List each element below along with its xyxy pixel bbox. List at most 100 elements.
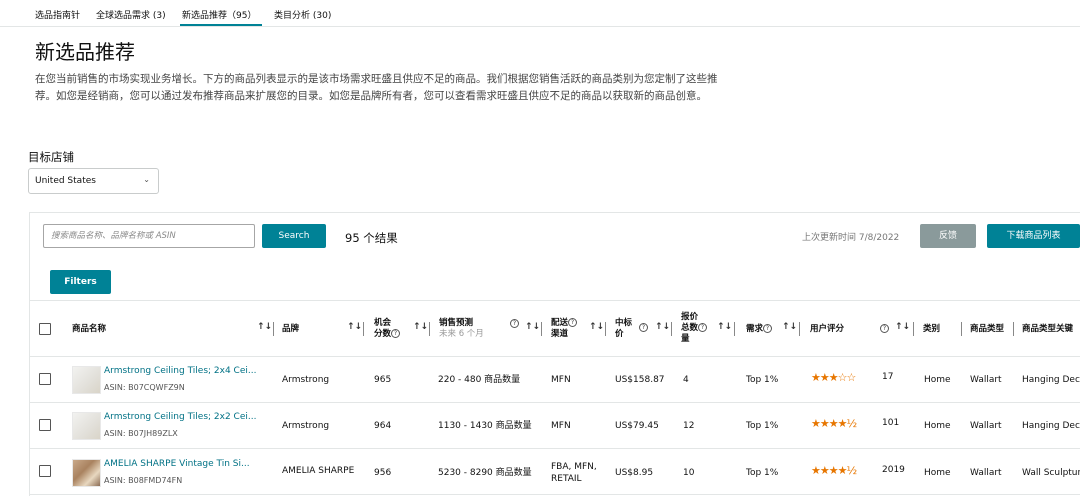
sort-icon[interactable]: ↑↓ xyxy=(589,322,604,332)
header-forecast-sub: 未来 6 个月 xyxy=(439,329,484,339)
column-divider xyxy=(799,322,800,336)
brand-cell: AMELIA SHARPE xyxy=(282,466,355,476)
active-tab-indicator xyxy=(180,24,262,26)
category-cell: Home xyxy=(924,375,951,385)
help-icon[interactable]: ? xyxy=(698,323,708,332)
help-icon[interactable]: ? xyxy=(391,329,401,338)
product-thumbnail[interactable] xyxy=(72,412,101,440)
score-cell: 965 xyxy=(374,375,392,385)
row-checkbox[interactable] xyxy=(39,373,51,385)
product-name-link[interactable]: Armstrong Ceiling Tiles; 2x4 Cei... xyxy=(104,366,256,376)
header-price-line2: 价 xyxy=(615,329,624,339)
header-product-type[interactable]: 商品类型 xyxy=(970,324,1004,335)
header-total-offers[interactable]: 报价 总数? 量 xyxy=(681,312,708,345)
star-rating: ★★★★½ xyxy=(811,417,857,430)
product-name-link[interactable]: Armstrong Ceiling Tiles; 2x2 Cei... xyxy=(104,412,256,422)
row-checkbox[interactable] xyxy=(39,465,51,477)
product-type-cell: Wallart xyxy=(970,468,1002,478)
category-cell: Home xyxy=(924,421,951,431)
header-offers-line2: 总数 xyxy=(681,323,699,333)
rating-count[interactable]: 17 xyxy=(882,372,893,382)
header-category[interactable]: 类别 xyxy=(923,324,940,335)
feedback-button[interactable]: 反馈 xyxy=(920,224,976,248)
brand-cell: Armstrong xyxy=(282,421,330,431)
sort-icon[interactable]: ↑↓ xyxy=(525,322,540,332)
sort-icon[interactable]: ↑↓ xyxy=(257,322,272,332)
product-asin: ASIN: B08FMD74FN xyxy=(104,476,183,485)
score-cell: 964 xyxy=(374,421,392,431)
header-brand[interactable]: 品牌 xyxy=(282,324,299,335)
help-icon[interactable]: ? xyxy=(880,324,889,333)
forecast-cell: 220 - 480 商品数量 xyxy=(438,375,521,385)
keyword-cell: Hanging Deco xyxy=(1022,375,1080,385)
table-row: Armstrong Ceiling Tiles; 2x4 Cei... ASIN… xyxy=(29,357,1080,403)
header-opportunity-line1: 机会 xyxy=(374,318,392,328)
column-divider xyxy=(1013,322,1014,336)
header-product-name[interactable]: 商品名称 xyxy=(72,324,106,335)
keyword-cell: Wall Sculptur xyxy=(1022,468,1080,478)
header-opportunity-score[interactable]: 机会 分数? xyxy=(374,318,401,340)
channel-cell: MFN xyxy=(551,375,571,385)
product-thumbnail[interactable] xyxy=(72,366,101,394)
header-sales-forecast[interactable]: 销售预测 未来 6 个月 xyxy=(439,318,484,340)
tab-guide[interactable]: 选品指南针 xyxy=(35,8,80,21)
column-divider xyxy=(734,322,735,336)
score-cell: 956 xyxy=(374,468,392,478)
help-icon[interactable]: ? xyxy=(568,318,578,327)
tab-category-analysis[interactable]: 类目分析 (30) xyxy=(274,8,331,21)
store-label: 目标店铺 xyxy=(28,150,74,164)
star-rating: ★★★★½ xyxy=(811,464,857,477)
brand-cell: Armstrong xyxy=(282,375,330,385)
header-demand-label: 需求 xyxy=(746,324,764,334)
header-demand[interactable]: 需求? xyxy=(746,324,773,335)
header-fulfillment-channel[interactable]: 配送? 渠道 xyxy=(551,318,578,340)
header-offers-line3: 量 xyxy=(681,334,690,344)
column-divider xyxy=(605,322,606,336)
top-tabs: 选品指南针 全球选品需求 (3) 新选品推荐（95） 类目分析 (30) xyxy=(0,0,1080,27)
product-type-cell: Wallart xyxy=(970,375,1002,385)
column-divider xyxy=(961,322,962,336)
rating-count[interactable]: 2019 xyxy=(882,465,905,475)
table-row: AMELIA SHARPE Vintage Tin Si... ASIN: B0… xyxy=(29,449,1080,495)
header-winning-price[interactable]: 中标 价 xyxy=(615,318,632,340)
product-asin: ASIN: B07JH89ZLX xyxy=(104,429,178,438)
filters-button[interactable]: Filters xyxy=(50,270,111,294)
sort-icon[interactable]: ↑↓ xyxy=(655,322,670,332)
tab-global-demand[interactable]: 全球选品需求 (3) xyxy=(96,8,166,21)
sort-icon[interactable]: ↑↓ xyxy=(717,322,732,332)
price-cell: US$8.95 xyxy=(615,468,654,478)
demand-cell: Top 1% xyxy=(746,375,779,385)
sort-icon[interactable]: ↑↓ xyxy=(413,322,428,332)
channel-cell: FBA, MFN, RETAIL xyxy=(551,461,597,485)
download-list-button[interactable]: 下载商品列表 xyxy=(987,224,1080,248)
header-forecast-label: 销售预测 xyxy=(439,318,474,328)
forecast-cell: 5230 - 8290 商品数量 xyxy=(438,468,532,478)
search-button[interactable]: Search xyxy=(262,224,326,248)
chevron-down-icon: ⌄ xyxy=(143,175,150,184)
sort-icon[interactable]: ↑↓ xyxy=(347,322,362,332)
product-thumbnail[interactable] xyxy=(72,459,101,487)
help-icon[interactable]: ? xyxy=(763,324,773,333)
offers-cell: 12 xyxy=(683,421,695,431)
store-select[interactable]: United States ⌄ xyxy=(28,168,159,194)
column-divider xyxy=(363,322,364,336)
sort-icon[interactable]: ↑↓ xyxy=(895,322,910,332)
star-rating: ★★★☆☆ xyxy=(811,371,856,384)
tab-new-recommendations[interactable]: 新选品推荐（95） xyxy=(182,8,256,21)
row-checkbox[interactable] xyxy=(39,419,51,431)
demand-cell: Top 1% xyxy=(746,468,779,478)
product-name-link[interactable]: AMELIA SHARPE Vintage Tin Si... xyxy=(104,459,250,469)
help-icon[interactable]: ? xyxy=(510,319,519,328)
table-row: Armstrong Ceiling Tiles; 2x2 Cei... ASIN… xyxy=(29,403,1080,449)
search-input[interactable] xyxy=(43,224,255,248)
sort-icon[interactable]: ↑↓ xyxy=(782,322,797,332)
price-cell: US$79.45 xyxy=(615,421,659,431)
header-offers-line1: 报价 xyxy=(681,312,699,322)
rating-count[interactable]: 101 xyxy=(882,418,899,428)
select-all-checkbox[interactable] xyxy=(39,323,51,335)
help-icon[interactable]: ? xyxy=(639,323,648,332)
header-customer-rating[interactable]: 用户评分 xyxy=(810,324,844,335)
header-product-type-keywords[interactable]: 商品类型关键 xyxy=(1022,324,1073,335)
category-cell: Home xyxy=(924,468,951,478)
channel-line1: FBA, MFN, xyxy=(551,462,597,472)
